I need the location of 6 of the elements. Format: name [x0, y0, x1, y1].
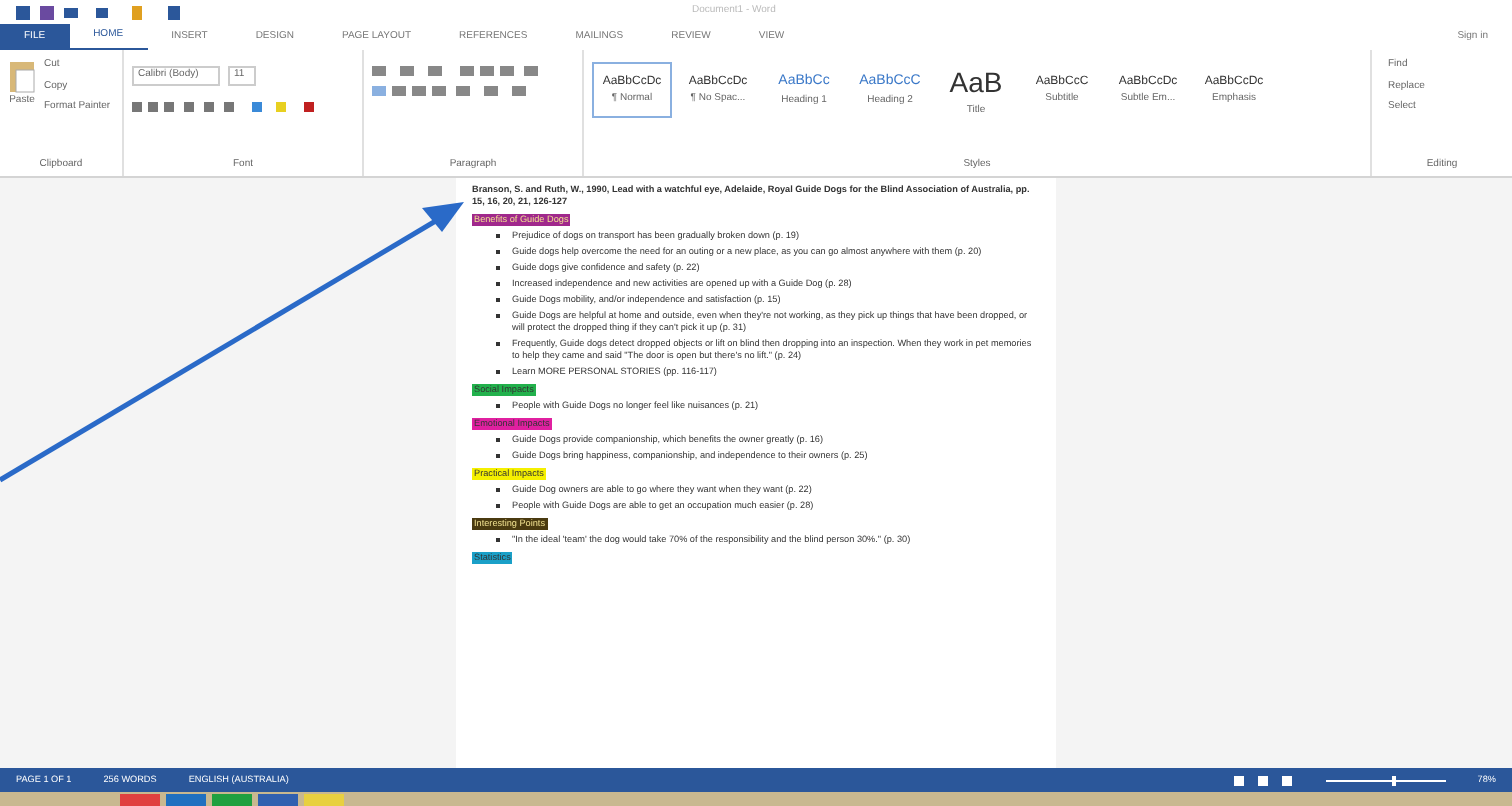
taskbar-icon[interactable]: [212, 793, 252, 805]
zoom-slider-thumb[interactable]: [1391, 775, 1396, 785]
taskbar-icon[interactable]: [166, 793, 206, 805]
taskbar-icon[interactable]: [258, 793, 298, 805]
taskbar-icon[interactable]: [120, 793, 160, 805]
clipboard-icon: [8, 58, 36, 94]
